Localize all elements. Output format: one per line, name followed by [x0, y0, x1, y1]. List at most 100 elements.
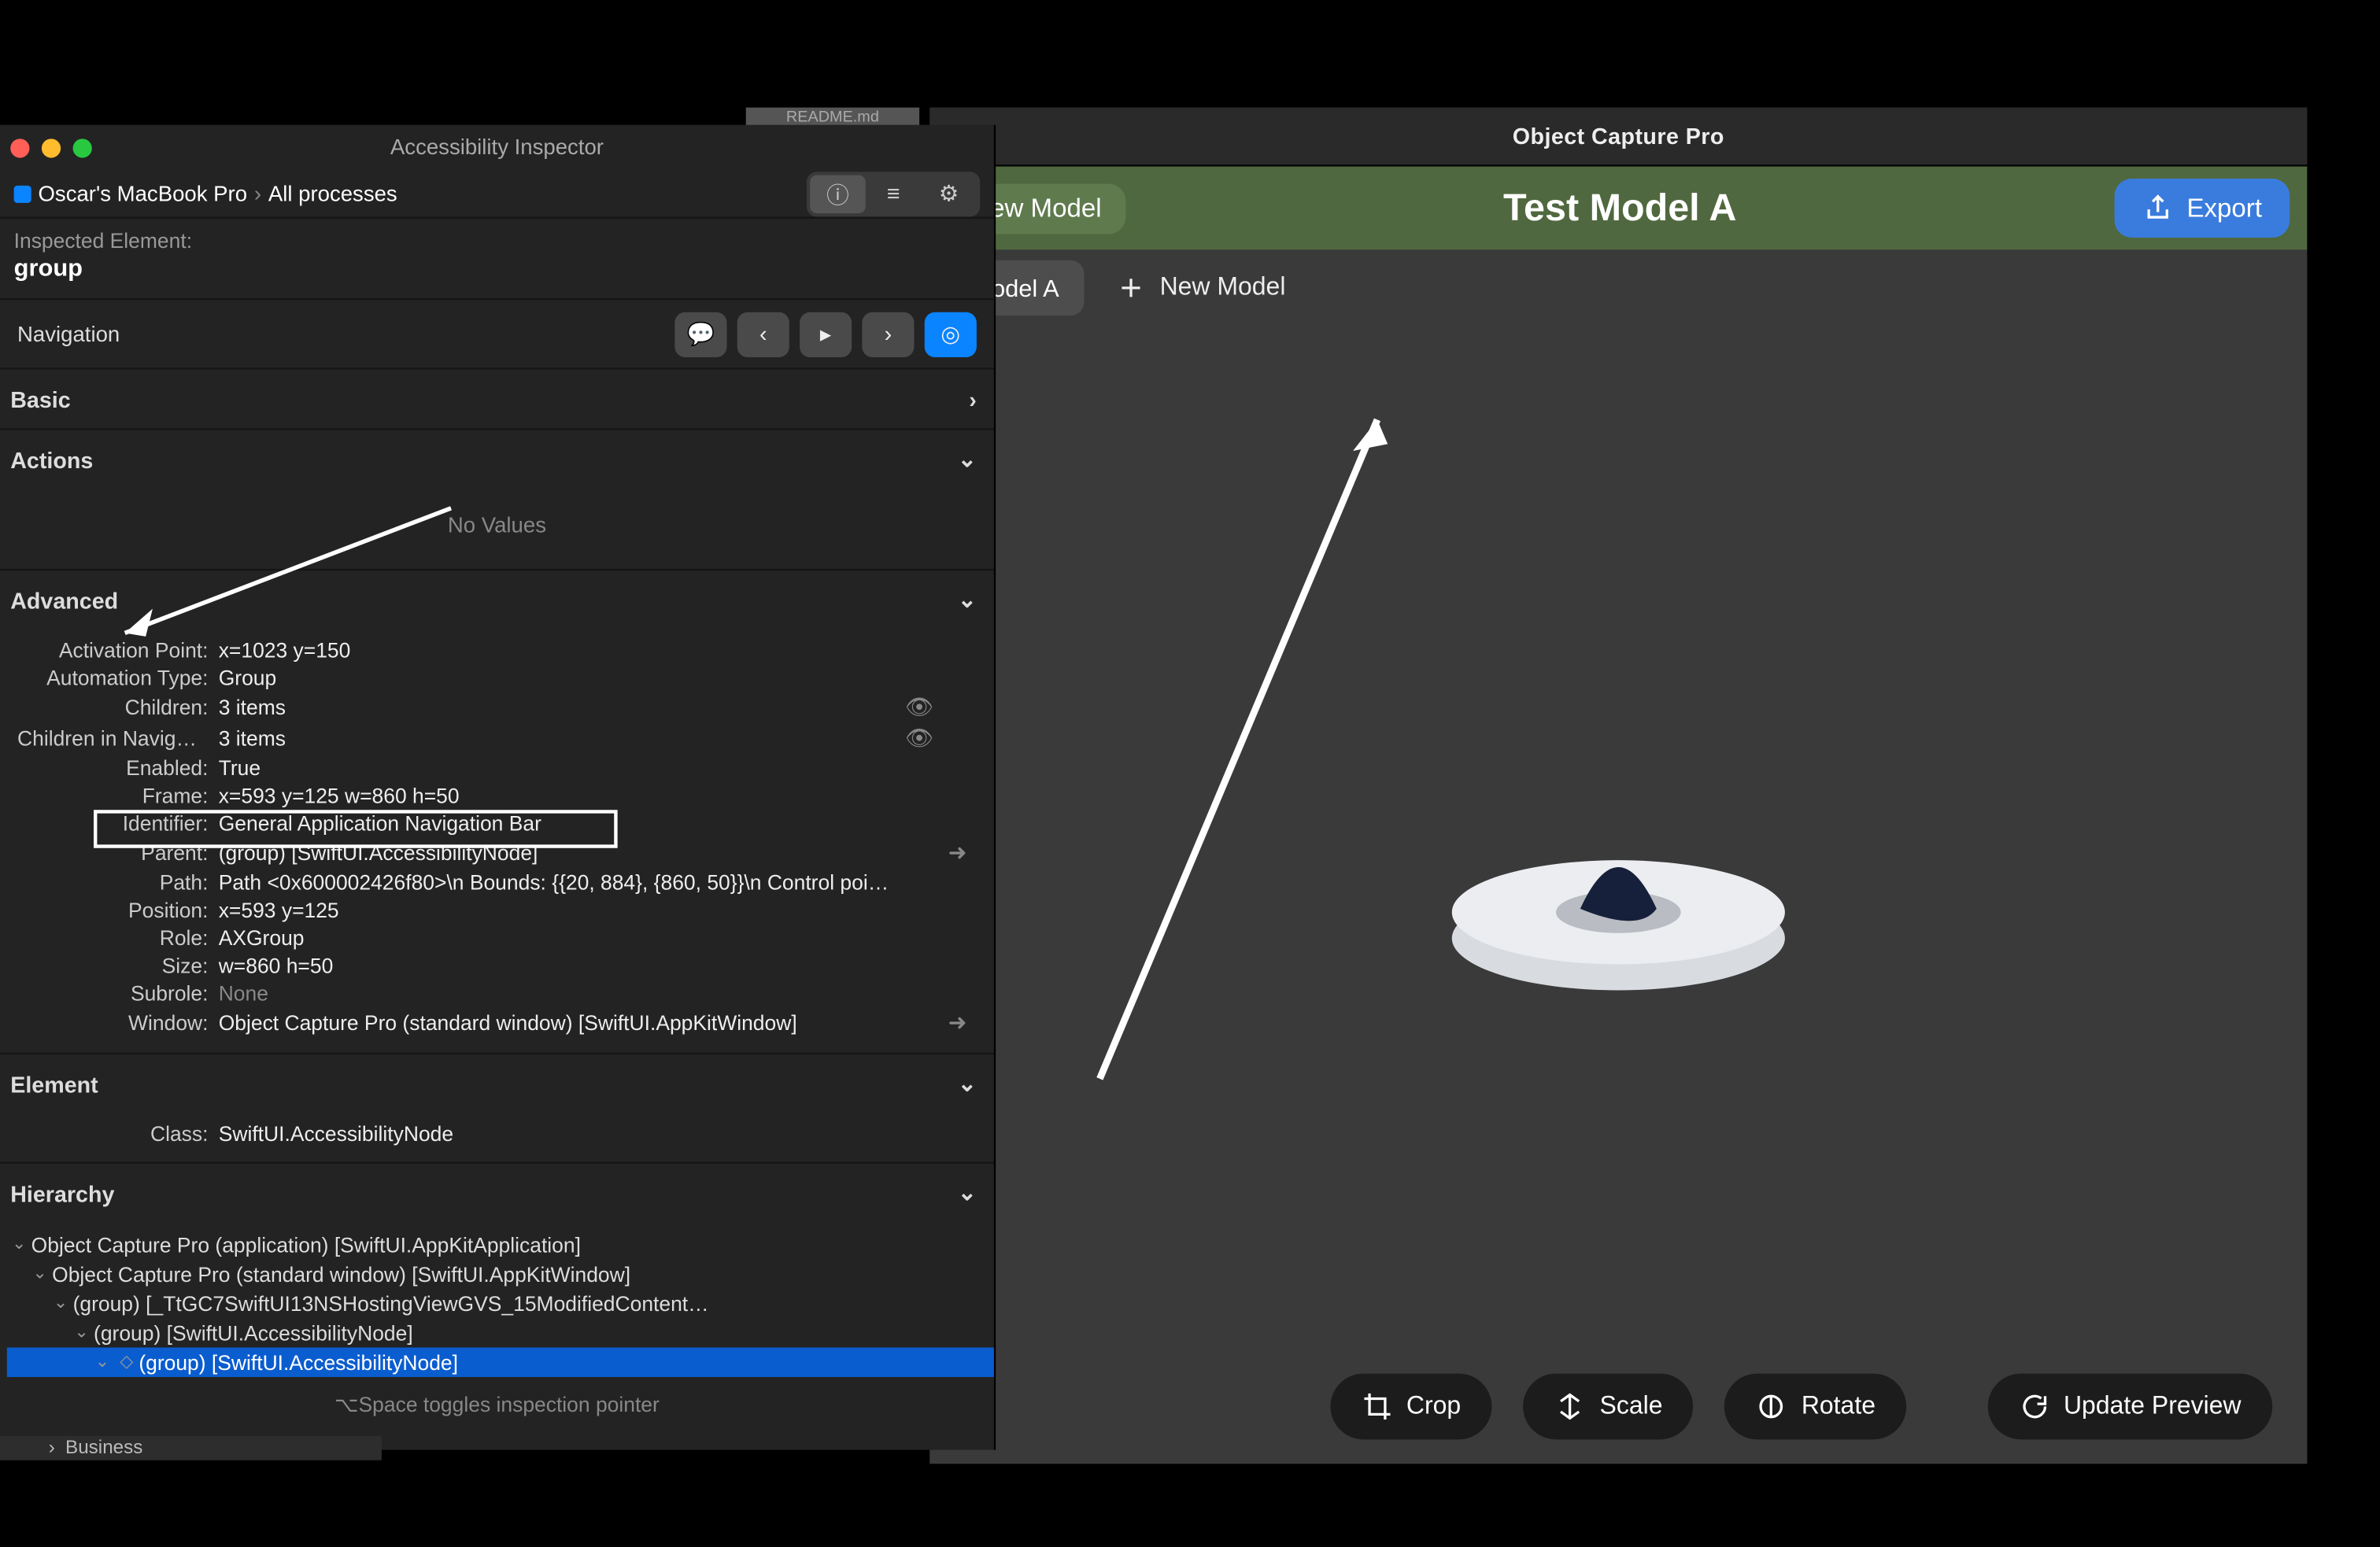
app-nav-bar: New Model Test Model A Export: [929, 167, 2307, 250]
crop-button[interactable]: Crop: [1330, 1374, 1492, 1440]
property-key: Position:: [17, 899, 219, 923]
property-key: Children:: [17, 696, 219, 720]
property-value: (group) [SwiftUI.AccessibilityNode]: [219, 841, 900, 866]
chevron-right-icon: ›: [49, 1438, 55, 1458]
target-picker-button[interactable]: ◎: [925, 312, 977, 356]
rotate-label: Rotate: [1802, 1393, 1876, 1420]
hierarchy-row[interactable]: ⌄ (group) [_TtGC7SwiftUI13NSHostingViewG…: [7, 1289, 994, 1318]
new-model-tab[interactable]: New Model: [1101, 272, 1299, 304]
actions-header[interactable]: Actions ⌄: [0, 430, 994, 489]
property-row: Parent: (group) [SwiftUI.AccessibilityNo…: [17, 838, 977, 869]
refresh-icon: [2019, 1391, 2050, 1423]
jump-icon[interactable]: ➜: [938, 1010, 976, 1037]
target-label: All processes: [268, 181, 397, 205]
speak-button[interactable]: 💬: [674, 312, 726, 356]
update-preview-button[interactable]: Update Preview: [1987, 1374, 2272, 1440]
property-row: Activation Point: x=1023 y=150: [17, 637, 977, 664]
chevron-down-icon: ⌄: [958, 1070, 977, 1098]
settings-mode-button[interactable]: ⚙: [921, 175, 977, 212]
model-viewport[interactable]: Crop Scale Rotate Update Preview: [929, 326, 2307, 1464]
property-value: x=593 y=125: [219, 899, 900, 923]
scale-button[interactable]: Scale: [1524, 1374, 1694, 1440]
hierarchy-row[interactable]: ⌄Object Capture Pro (standard window) [S…: [7, 1259, 994, 1288]
property-key: Subrole:: [17, 981, 219, 1006]
eye-icon[interactable]: 👁: [900, 725, 938, 752]
property-value: General Application Navigation Bar: [219, 811, 900, 836]
actions-label: Actions: [10, 447, 93, 473]
window-controls[interactable]: [10, 138, 92, 157]
property-value: Object Capture Pro (standard window) [Sw…: [219, 1011, 900, 1036]
property-row: Class:SwiftUI.AccessibilityNode: [17, 1121, 977, 1148]
property-key: Role:: [17, 926, 219, 951]
property-value: 3 items: [219, 696, 900, 720]
speech-icon: 💬: [687, 320, 715, 348]
property-value: True: [219, 756, 900, 781]
jump-icon[interactable]: ➜: [938, 840, 976, 867]
inspect-mode-button[interactable]: ⓘ: [810, 175, 866, 212]
minimize-icon[interactable]: [42, 138, 61, 157]
element-header[interactable]: Element ⌄: [0, 1054, 994, 1113]
element-section: Element ⌄ Class:SwiftUI.AccessibilityNod…: [0, 1054, 994, 1164]
nav-prev-button[interactable]: ‹: [737, 312, 789, 356]
hierarchy-label: (group) [_TtGC7SwiftUI13NSHostingViewGVS…: [73, 1291, 709, 1316]
property-value: Path <0x600002426f80>\n Bounds: {{20, 88…: [219, 870, 900, 895]
close-icon[interactable]: [10, 138, 29, 157]
hierarchy-label: Object Capture Pro (application) [SwiftU…: [31, 1232, 581, 1257]
hierarchy-label: Object Capture Pro (standard window) [Sw…: [52, 1261, 630, 1286]
chevron-down-icon: ⌄: [28, 1265, 52, 1283]
nav-play-button[interactable]: ▸: [800, 312, 852, 356]
property-row: Position: x=593 y=125: [17, 896, 977, 924]
chevron-down-icon: ⌄: [49, 1294, 73, 1313]
rotate-button[interactable]: Rotate: [1725, 1374, 1907, 1440]
property-row: Children: 3 items 👁: [17, 692, 977, 723]
advanced-header[interactable]: Advanced ⌄: [0, 570, 994, 630]
hierarchy-label: Hierarchy: [10, 1180, 114, 1206]
target-picker[interactable]: Oscar's MacBook Pro › All processes: [14, 181, 397, 205]
property-value: Group: [219, 666, 900, 690]
target-icon: ◎: [941, 320, 960, 348]
hierarchy-header[interactable]: Hierarchy ⌄: [0, 1164, 994, 1223]
accessibility-inspector-window: Accessibility Inspector Oscar's MacBook …: [0, 125, 996, 1450]
audit-mode-button[interactable]: ≡: [866, 175, 922, 212]
scale-icon: [1554, 1391, 1586, 1423]
property-row: Frame: x=593 y=125 w=860 h=50: [17, 782, 977, 810]
bottom-label: Business: [65, 1438, 142, 1458]
property-key: Size:: [17, 954, 219, 978]
property-value: AXGroup: [219, 926, 900, 951]
host-label: Oscar's MacBook Pro: [38, 181, 247, 205]
property-row: Identifier: General Application Navigati…: [17, 810, 977, 837]
app-icon: [14, 185, 31, 202]
chevron-left-icon: ‹: [759, 321, 767, 347]
hierarchy-row[interactable]: ⌄Object Capture Pro (application) [Swift…: [7, 1230, 994, 1259]
hierarchy-row[interactable]: ⌄ (group) [SwiftUI.AccessibilityNode]: [7, 1318, 994, 1347]
export-button[interactable]: Export: [2114, 179, 2289, 238]
property-value: w=860 h=50: [219, 954, 900, 978]
property-value: SwiftUI.AccessibilityNode: [219, 1122, 977, 1146]
basic-section: Basic ›: [0, 369, 994, 430]
basic-header[interactable]: Basic ›: [0, 369, 994, 428]
inspected-element-header: Inspected Element: group: [0, 219, 994, 301]
inspector-titlebar: Accessibility Inspector: [0, 125, 994, 170]
new-model-label: New Model: [1160, 274, 1286, 301]
property-key: Parent:: [17, 841, 219, 866]
chevron-down-icon: ⌄: [958, 1180, 977, 1207]
property-value: x=1023 y=150: [219, 638, 900, 663]
eye-icon[interactable]: 👁: [900, 694, 938, 722]
mode-segmented-control[interactable]: ⓘ ≡ ⚙: [807, 171, 980, 216]
navigation-row: Navigation 💬 ‹ ▸ › ◎: [0, 300, 994, 369]
crop-label: Crop: [1406, 1393, 1461, 1420]
zoom-icon[interactable]: [73, 138, 92, 157]
property-row: Role: AXGroup: [17, 925, 977, 952]
property-key: Enabled:: [17, 756, 219, 781]
advanced-label: Advanced: [10, 587, 118, 613]
hierarchy-row[interactable]: ⌄◇ (group) [SwiftUI.AccessibilityNode]: [7, 1348, 994, 1377]
advanced-section: Advanced ⌄ Activation Point: x=1023 y=15…: [0, 570, 994, 1054]
object-capture-window: Object Capture Pro New Model Test Model …: [929, 108, 2307, 1464]
property-key: Window:: [17, 1011, 219, 1036]
nav-next-button[interactable]: ›: [862, 312, 914, 356]
property-row: Automation Type: Group: [17, 664, 977, 692]
property-row: Size: w=860 h=50: [17, 952, 977, 980]
rotate-icon: [1757, 1391, 1788, 1423]
property-row: Children in Navigati…: 3 items 👁: [17, 723, 977, 755]
viewport-toolbar: Crop Scale Rotate Update Preview: [929, 1374, 2307, 1440]
